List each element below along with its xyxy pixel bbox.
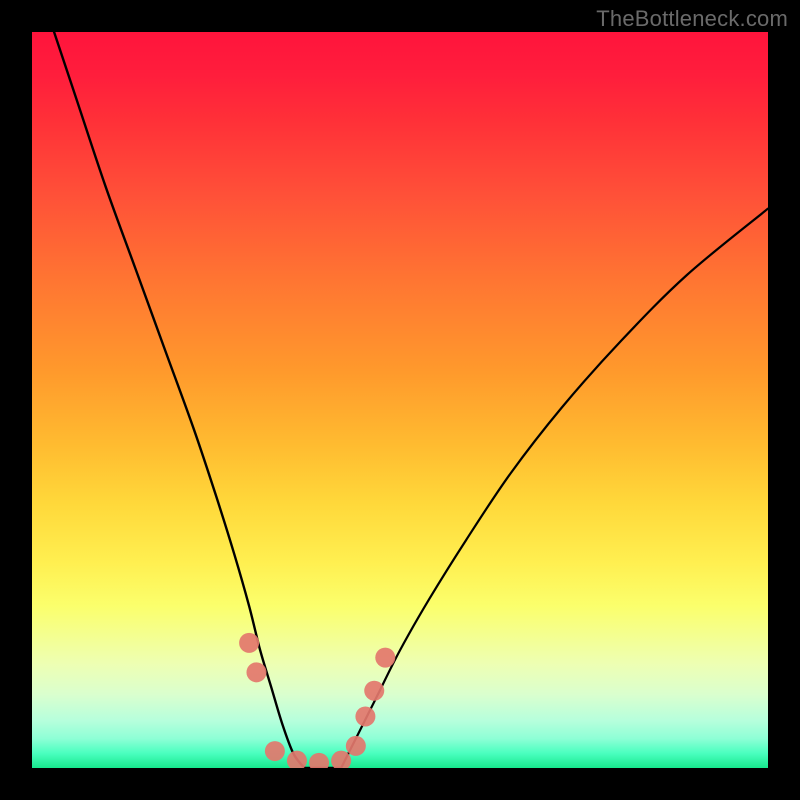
chart-frame: TheBottleneck.com bbox=[0, 0, 800, 800]
data-marker bbox=[265, 741, 285, 761]
left-branch-curve bbox=[54, 32, 304, 768]
data-marker bbox=[364, 681, 384, 701]
data-marker bbox=[246, 662, 266, 682]
data-marker bbox=[355, 706, 375, 726]
marker-group bbox=[239, 633, 395, 768]
right-branch-curve bbox=[341, 209, 768, 768]
data-marker bbox=[346, 736, 366, 756]
data-marker bbox=[239, 633, 259, 653]
data-marker bbox=[375, 648, 395, 668]
curve-layer bbox=[32, 32, 768, 768]
data-marker bbox=[309, 753, 329, 768]
data-marker bbox=[287, 751, 307, 768]
watermark-text: TheBottleneck.com bbox=[596, 6, 788, 32]
plot-area bbox=[32, 32, 768, 768]
